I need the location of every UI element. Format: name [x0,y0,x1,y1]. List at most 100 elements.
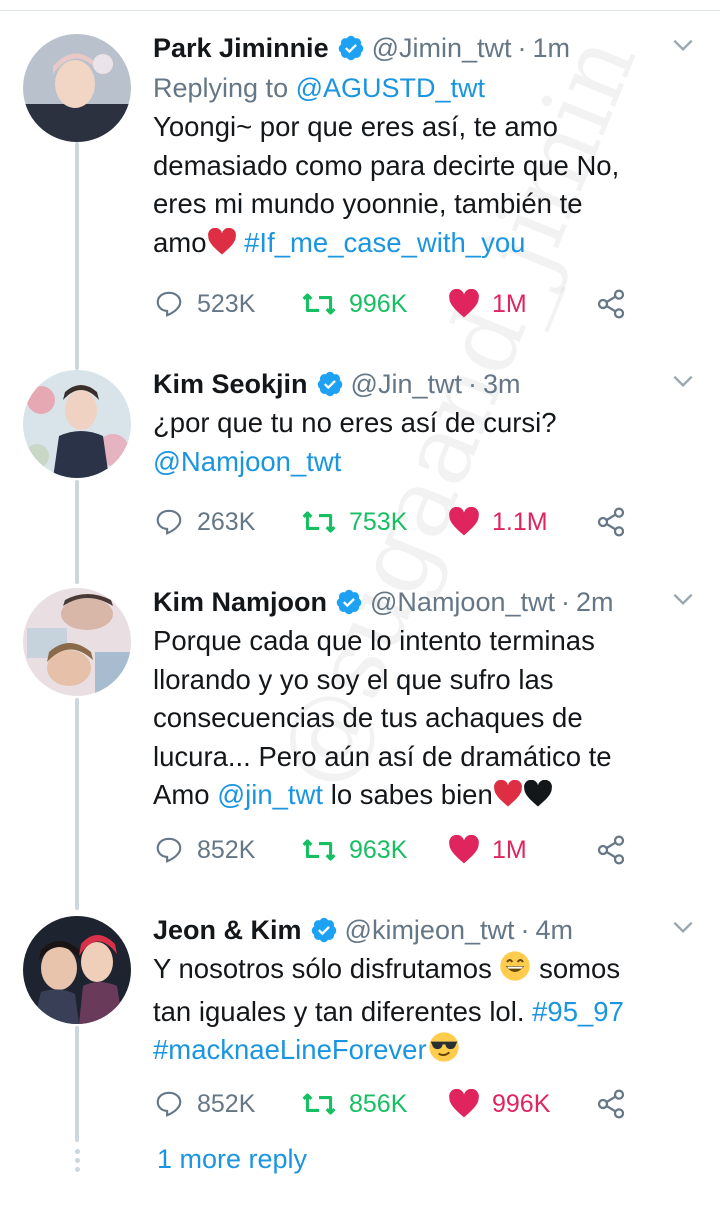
reply-button[interactable]: 852K [153,835,255,865]
reply-icon [153,289,185,319]
tweet-text-line: eres mi mundo yoonnie, también te [153,188,583,219]
hashtag[interactable]: #If_me_case_with_you [244,227,525,258]
avatar[interactable] [23,588,131,696]
grinning-sweat-emoji-icon [499,950,531,993]
more-replies-dots-icon [72,1149,82,1176]
tweet-text-line: demasiado como para decirte que No, [153,149,620,181]
thread-line [75,1026,79,1142]
heart-icon [448,835,480,865]
share-icon [595,506,627,538]
sunglasses-emoji-icon [427,1031,461,1074]
reply-icon [153,1089,185,1119]
heart-icon [448,507,480,537]
top-divider [0,10,720,11]
avatar[interactable] [23,34,131,142]
chevron-down-icon[interactable] [670,32,696,58]
verified-badge-icon [310,916,338,944]
hashtag[interactable]: #macknaeLineForever [153,1034,427,1065]
like-button[interactable]: 1M [448,289,527,319]
like-count: 996K [492,1089,551,1118]
heart-icon [448,289,480,319]
share-button[interactable] [595,506,627,538]
tweet-text: ¿por que tu no eres así de cursi? @Namjo… [153,404,702,481]
timestamp[interactable]: 1m [533,33,571,64]
mention[interactable]: @jin_twt [217,779,323,810]
thread-line [75,480,79,584]
share-button[interactable] [595,834,627,866]
display-name[interactable]: Park Jiminnie [153,33,329,64]
share-icon [595,288,627,320]
red-heart-emoji-icon [207,227,237,267]
like-button[interactable]: 996K [448,1089,550,1119]
hashtag[interactable]: #95_97 [532,996,624,1027]
mention[interactable]: @Namjoon_twt [153,446,341,477]
tweet-header: Kim Seokjin @Jin_twt · 3m [153,364,702,404]
retweet-icon [301,507,337,537]
like-count: 1.1M [492,507,548,536]
reply-icon [153,507,185,537]
reply-count: 523K [197,289,256,318]
verified-badge-icon [335,588,363,616]
retweet-button[interactable]: 856K [301,1089,407,1119]
black-heart-emoji-icon [523,779,553,819]
share-button[interactable] [595,1088,627,1120]
verified-badge-icon [337,34,365,62]
retweet-button[interactable]: 996K [301,289,407,319]
reply-button[interactable]: 852K [153,1089,255,1119]
red-heart-emoji-icon [493,779,523,819]
user-handle[interactable]: @Jimin_twt [372,33,512,64]
tweet-text-line: llorando y yo soy el que sufro las [153,663,554,695]
separator: · [468,368,477,399]
share-icon [595,1088,627,1120]
reply-count: 852K [197,1089,256,1118]
replying-label: Replying to [153,73,289,103]
tweet-text-line: consecuencias de tus achaques de [153,702,583,733]
reply-button[interactable]: 263K [153,507,255,537]
tweet-header: Kim Namjoon @Namjoon_twt · 2m [153,582,702,622]
heart-icon [448,1089,480,1119]
chevron-down-icon[interactable] [670,368,696,394]
tweet-header: Park Jiminnie @Jimin_twt · 1m [153,28,702,68]
retweet-count: 963K [349,835,408,864]
retweet-button[interactable]: 753K [301,507,407,537]
user-handle[interactable]: @Namjoon_twt [370,587,555,618]
tweet-text-line: Porque cada que lo intento terminas [153,625,595,656]
like-button[interactable]: 1M [448,835,527,865]
tweet-text-line: Y nosotros sólo disfrutamos [153,953,492,984]
tweet-header: Jeon & Kim @kimjeon_twt · 4m [153,910,702,950]
like-count: 1M [492,835,527,864]
share-button[interactable] [595,288,627,320]
thread-line [75,698,79,910]
display-name[interactable]: Kim Namjoon [153,587,327,618]
chevron-down-icon[interactable] [670,586,696,612]
replying-to-mention[interactable]: @AGUSTD_twt [296,73,485,103]
display-name[interactable]: Jeon & Kim [153,915,302,946]
tweet-text-line: lucura... Pero aún así de dramático te [153,740,612,772]
display-name[interactable]: Kim Seokjin [153,369,308,400]
timestamp[interactable]: 2m [576,587,614,618]
timestamp[interactable]: 4m [536,915,574,946]
tweet-text: Porque cada que lo intento terminas llor… [153,622,702,819]
retweet-icon [301,1089,337,1119]
separator: · [561,586,570,617]
tweet-text-line: tan iguales y tan diferentes lol. [153,995,525,1027]
retweet-button[interactable]: 963K [301,835,407,865]
tweet-text-line: ¿por que tu no eres así de cursi? [153,407,557,438]
tweet-text-tail: lo sabes bien [330,779,493,810]
share-icon [595,834,627,866]
replying-to: Replying to @AGUSTD_twt [153,68,702,108]
like-button[interactable]: 1.1M [448,507,548,537]
user-handle[interactable]: @kimjeon_twt [345,915,515,946]
retweet-count: 753K [349,507,408,536]
avatar[interactable] [23,370,131,478]
avatar[interactable] [23,916,131,1024]
verified-badge-icon [316,370,344,398]
timestamp[interactable]: 3m [483,369,521,400]
user-handle[interactable]: @Jin_twt [351,369,462,400]
more-replies-link[interactable]: 1 more reply [157,1144,307,1175]
tweet-text-line: somos [539,953,621,984]
reply-button[interactable]: 523K [153,289,255,319]
separator: · [517,32,527,63]
tweet-text: Y nosotros sólo disfrutamos somos tan ig… [153,950,702,1074]
chevron-down-icon[interactable] [670,914,696,940]
